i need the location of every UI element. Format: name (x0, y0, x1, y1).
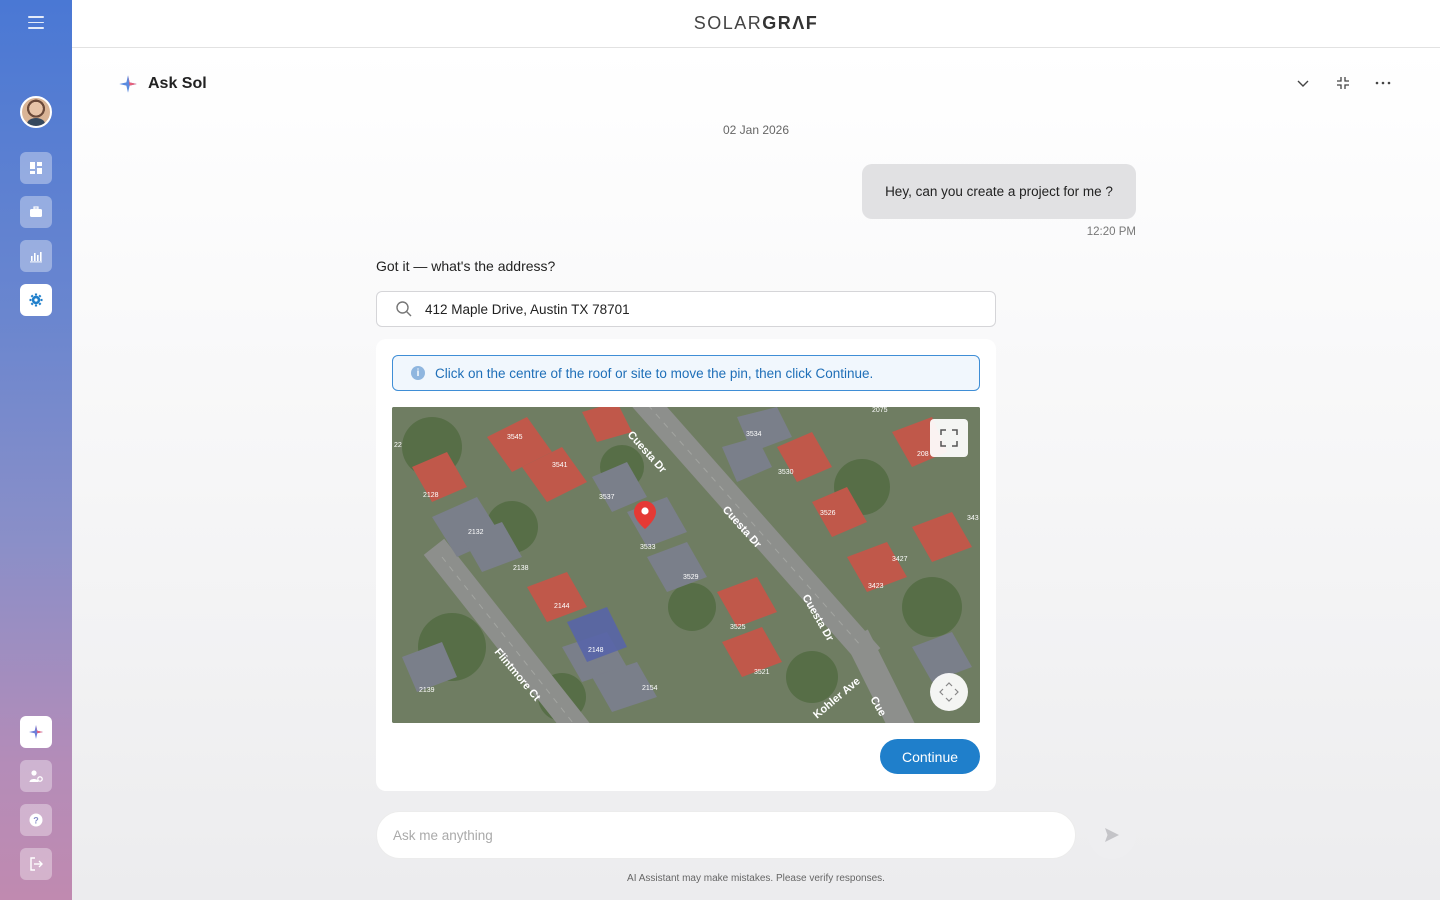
house-number: 3533 (640, 544, 656, 551)
house-number: 2138 (513, 565, 529, 572)
ai-disclaimer: AI Assistant may make mistakes. Please v… (627, 873, 885, 884)
grid-icon (30, 162, 42, 174)
sparkle-icon (29, 725, 43, 739)
send-button[interactable] (1088, 811, 1136, 859)
sparkle-icon (119, 75, 137, 93)
pan-control-button[interactable] (930, 673, 968, 711)
sidebar: ? (0, 0, 72, 900)
satellite-map[interactable]: Cuesta Dr Cuesta Dr Cuesta Dr Flintmore … (392, 407, 980, 723)
assistant-message: Got it — what's the address? (376, 258, 556, 274)
app-logo[interactable]: SOLARGRΛF (694, 13, 819, 34)
send-icon (1105, 828, 1119, 842)
sidebar-item-settings[interactable] (20, 284, 52, 316)
date-divider: 02 Jan 2026 (722, 123, 790, 137)
menu-icon[interactable] (28, 16, 44, 30)
info-banner-text: Click on the centre of the roof or site … (435, 365, 874, 381)
sidebar-item-help[interactable]: ? (20, 804, 52, 836)
house-number: 343 (967, 515, 979, 522)
more-options-button[interactable] (1374, 74, 1392, 92)
chat-composer[interactable] (376, 811, 1076, 859)
pan-arrows-icon (939, 682, 959, 702)
sidebar-item-projects[interactable] (20, 196, 52, 228)
house-number: 2154 (642, 685, 658, 692)
house-number: 3521 (754, 669, 770, 676)
sidebar-item-dashboard[interactable] (20, 152, 52, 184)
user-gear-icon (29, 770, 43, 782)
address-value: 412 Maple Drive, Austin TX 78701 (425, 301, 630, 317)
search-icon (396, 301, 412, 317)
house-number: 3534 (746, 431, 762, 438)
chat-input[interactable] (393, 827, 1033, 843)
chat-header: Ask Sol (118, 74, 207, 94)
collapse-button[interactable] (1294, 74, 1312, 92)
top-header: SOLARGRΛF (72, 0, 1440, 48)
avatar[interactable] (20, 96, 52, 128)
house-number: 2075 (872, 407, 888, 414)
sidebar-item-reports[interactable] (20, 240, 52, 272)
map-imagery[interactable]: Cuesta Dr Cuesta Dr Cuesta Dr Flintmore … (392, 407, 980, 723)
house-number: 2128 (423, 492, 439, 499)
house-number: 22 (394, 442, 402, 449)
house-number: 2132 (468, 529, 484, 536)
chevron-down-icon (1297, 80, 1309, 87)
house-number: 3545 (507, 434, 523, 441)
bar-chart-icon (30, 252, 42, 263)
chat-title: Ask Sol (148, 75, 207, 92)
logout-icon (30, 857, 43, 871)
sidebar-item-ask-sol[interactable] (20, 716, 52, 748)
house-number: 3530 (778, 469, 794, 476)
house-number: 3541 (552, 462, 568, 469)
sidebar-item-user-settings[interactable] (20, 760, 52, 792)
more-horizontal-icon (1375, 81, 1391, 85)
house-number: 3537 (599, 494, 615, 501)
gear-icon (29, 293, 43, 307)
fullscreen-icon (940, 429, 958, 447)
fullscreen-button[interactable] (930, 419, 968, 457)
house-number: 2139 (419, 687, 435, 694)
address-search-input[interactable]: 412 Maple Drive, Austin TX 78701 (376, 291, 996, 327)
house-number: 2148 (588, 647, 604, 654)
info-icon: i (411, 366, 425, 380)
minimize-icon (1337, 77, 1349, 89)
house-number: 208 (917, 451, 929, 458)
continue-button[interactable]: Continue (880, 739, 980, 774)
house-number: 3427 (892, 556, 908, 563)
chat-panel: Ask Sol 02 Jan 2026 Hey, can you create … (72, 48, 1440, 900)
map-card: i Click on the centre of the roof or sit… (376, 339, 996, 791)
sidebar-item-logout[interactable] (20, 848, 52, 880)
house-number: 3526 (820, 510, 836, 517)
briefcase-icon (30, 206, 42, 217)
help-icon: ? (29, 813, 43, 827)
house-number: 3423 (868, 583, 884, 590)
user-message: Hey, can you create a project for me ? (862, 164, 1136, 219)
house-number: 3525 (730, 624, 746, 631)
minimize-button[interactable] (1334, 74, 1352, 92)
svg-text:?: ? (33, 816, 39, 826)
info-banner: i Click on the centre of the roof or sit… (392, 355, 980, 391)
house-number: 2144 (554, 603, 570, 610)
message-timestamp: 12:20 PM (1086, 226, 1136, 238)
house-number: 3529 (683, 574, 699, 581)
